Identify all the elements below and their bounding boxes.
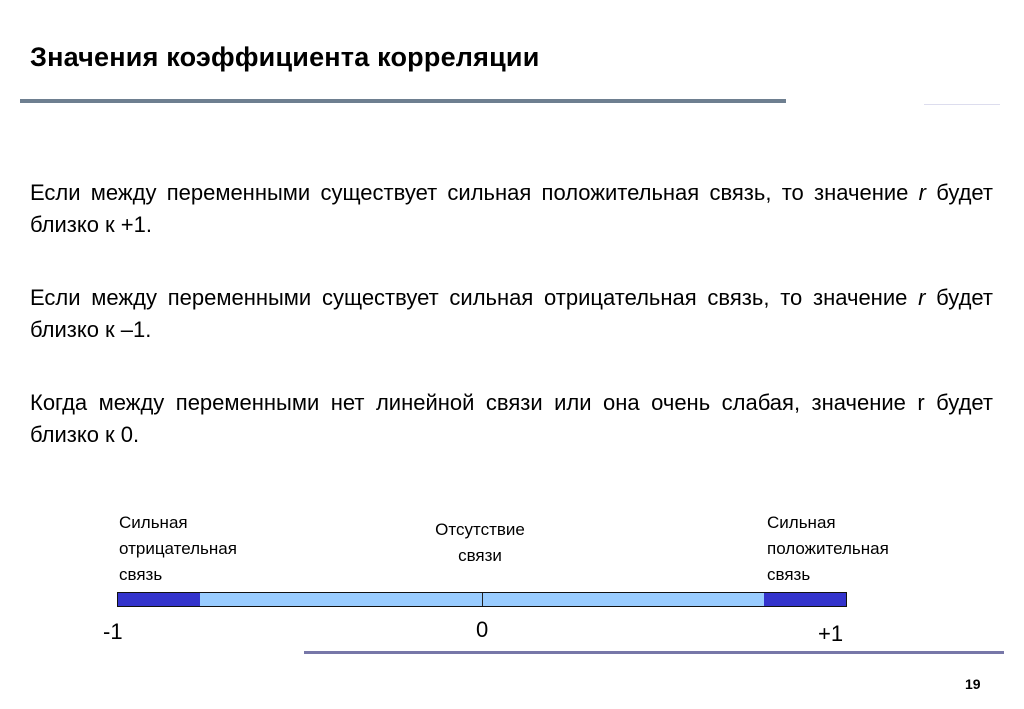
correlation-scale-bar xyxy=(117,592,847,607)
strong-positive-segment xyxy=(764,593,846,606)
title-divider xyxy=(20,99,786,103)
tick-label-min: -1 xyxy=(103,619,123,644)
footer-divider xyxy=(304,651,1004,654)
paragraph-negative: Если между переменными существует сильна… xyxy=(30,285,993,342)
paragraph-none: Когда между переменными нет линейной свя… xyxy=(30,390,993,447)
page-number: 19 xyxy=(965,676,981,692)
tick-label-zero: 0 xyxy=(476,617,489,642)
paragraph-positive: Если между переменными существует сильна… xyxy=(30,180,994,237)
tick-label-max: +1 xyxy=(818,621,844,646)
title-divider-accent xyxy=(924,104,1000,105)
strong-negative-segment xyxy=(118,593,200,606)
label-strong-positive: Сильная положительная связь xyxy=(767,513,889,584)
zero-tick xyxy=(482,593,483,606)
label-strong-negative: Сильная отрицательная связь xyxy=(119,513,237,584)
slide-title: Значения коэффициента корреляции xyxy=(30,42,540,72)
label-no-correlation: Отсутствие связи xyxy=(435,520,525,565)
